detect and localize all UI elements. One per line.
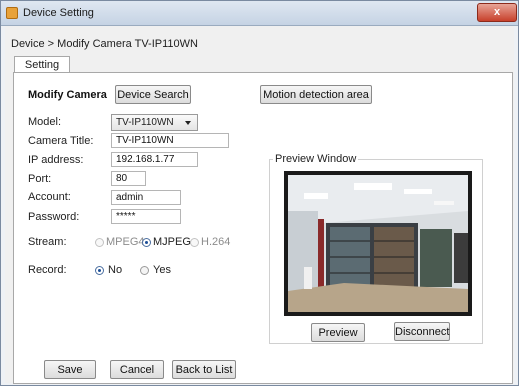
window-title: Device Setting [23, 7, 94, 19]
close-icon: x [493, 6, 501, 18]
stream-mpeg4-radio[interactable] [95, 238, 104, 247]
record-no-radio[interactable] [95, 266, 104, 275]
camera-title-input[interactable]: TV-IP110WN [111, 133, 229, 148]
preview-button[interactable]: Preview [311, 323, 365, 342]
title-bar: Device Setting x [1, 1, 518, 26]
stream-h264-radio[interactable] [190, 238, 199, 247]
camera-preview-scene [284, 171, 472, 316]
camera-preview-image [284, 171, 472, 316]
port-input[interactable]: 80 [111, 171, 146, 186]
model-label: Model: [28, 116, 62, 128]
camera-title-label: Camera Title: [28, 135, 94, 147]
account-input[interactable]: admin [111, 190, 181, 205]
record-no-label: No [108, 264, 123, 276]
device-setting-window: Device Setting x Device > Modify Camera … [0, 0, 519, 386]
window-client-area: Device > Modify Camera TV-IP110WN Settin… [5, 26, 514, 384]
motion-detection-area-button[interactable]: Motion detection area [260, 85, 372, 104]
stream-mjpeg-radio[interactable] [142, 238, 151, 247]
ip-address-label: IP address: [28, 154, 84, 166]
breadcrumb: Device > Modify Camera TV-IP110WN [11, 38, 198, 50]
device-search-button[interactable]: Device Search [115, 85, 191, 104]
stream-h264-label: H.264 [201, 236, 231, 248]
model-select[interactable]: TV-IP110WN [111, 114, 198, 131]
save-button[interactable]: Save [44, 360, 96, 379]
record-yes-radio[interactable] [140, 266, 149, 275]
stream-mjpeg-label: MJPEG [153, 236, 191, 248]
section-title: Modify Camera [28, 89, 107, 101]
model-value: TV-IP110WN [116, 117, 174, 128]
account-label: Account: [28, 191, 71, 203]
record-label: Record: [28, 264, 67, 276]
stream-label: Stream: [28, 236, 67, 248]
password-input[interactable]: ***** [111, 209, 181, 224]
password-label: Password: [28, 211, 80, 223]
port-label: Port: [28, 173, 52, 185]
preview-window-title: Preview Window [273, 153, 359, 165]
stream-mpeg4-label: MPEG4 [106, 236, 145, 248]
chevron-down-icon [185, 121, 191, 125]
cancel-button[interactable]: Cancel [110, 360, 164, 379]
ip-address-input[interactable]: 192.168.1.77 [111, 152, 198, 167]
record-yes-label: Yes [153, 264, 171, 276]
app-icon [6, 7, 18, 19]
disconnect-button[interactable]: Disconnect [394, 322, 450, 341]
close-button[interactable]: x [477, 3, 517, 22]
back-to-list-button[interactable]: Back to List [172, 360, 236, 379]
